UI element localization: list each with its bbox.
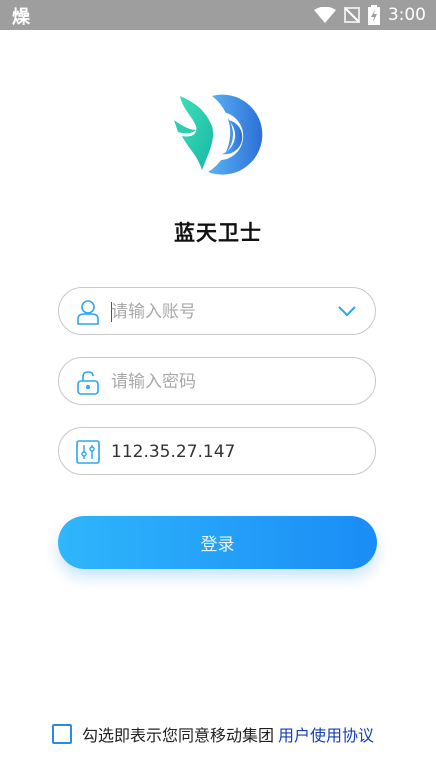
chevron-down-icon[interactable] bbox=[337, 303, 357, 319]
status-app-glyph: 燥 bbox=[12, 7, 30, 28]
account-input[interactable] bbox=[111, 296, 331, 328]
app-title: 蓝天卫士 bbox=[174, 221, 262, 245]
account-field[interactable] bbox=[58, 287, 376, 335]
status-time: 3:00 bbox=[387, 5, 426, 25]
lock-icon bbox=[75, 369, 101, 395]
password-field[interactable] bbox=[58, 357, 376, 405]
user-icon bbox=[75, 299, 101, 325]
wifi-icon bbox=[313, 7, 336, 23]
agreement-checkbox[interactable] bbox=[52, 724, 72, 744]
password-input[interactable] bbox=[111, 366, 331, 398]
battery-charging-icon bbox=[367, 5, 380, 25]
server-address-field[interactable] bbox=[58, 427, 376, 475]
settings-sliders-icon bbox=[75, 439, 101, 465]
login-button[interactable]: 登录 bbox=[58, 516, 377, 569]
server-address-input[interactable] bbox=[111, 436, 331, 468]
signal-off-icon bbox=[343, 7, 360, 23]
status-icons: 3:00 bbox=[313, 0, 426, 30]
agreement-row: 勾选即表示您同意移动集团 用户使用协议 bbox=[52, 722, 374, 746]
status-bar: 燥 3:00 bbox=[0, 0, 436, 30]
lantian-logo-icon bbox=[172, 90, 264, 178]
agreement-text: 勾选即表示您同意移动集团 bbox=[82, 726, 275, 745]
user-agreement-link[interactable]: 用户使用协议 bbox=[278, 722, 374, 746]
